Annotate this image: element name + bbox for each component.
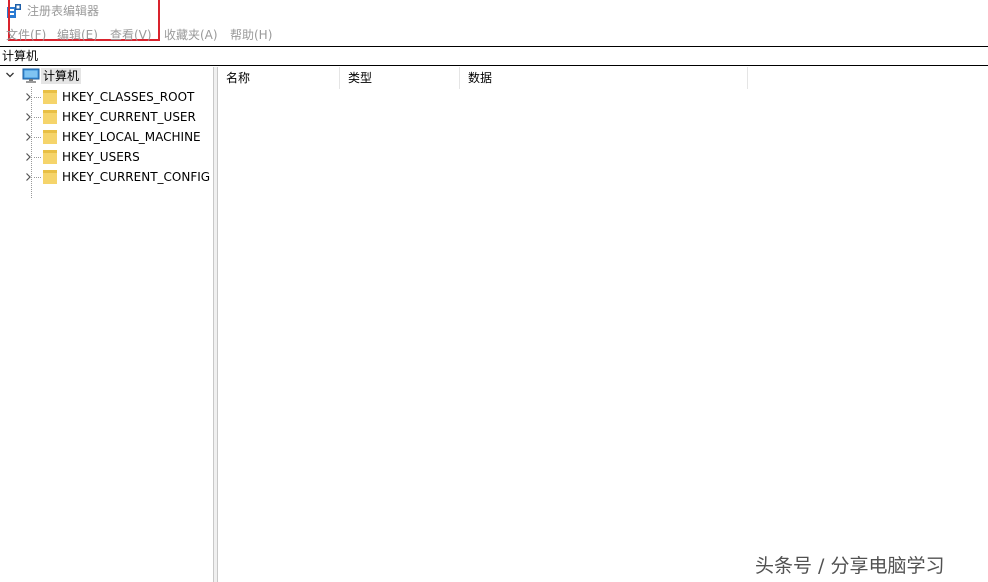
tree-item-label[interactable]: HKEY_CURRENT_CONFIG	[62, 169, 210, 185]
tree-item-label[interactable]: HKEY_CURRENT_USER	[62, 109, 196, 125]
menu-favorites[interactable]: 收藏夹(A)	[164, 27, 218, 43]
chevron-right-icon[interactable]	[25, 173, 32, 181]
folder-icon	[43, 130, 57, 144]
tree-root-computer[interactable]: 计算机	[4, 67, 214, 85]
menu-help[interactable]: 帮助(H)	[230, 27, 272, 43]
chevron-right-icon[interactable]	[25, 153, 32, 161]
folder-icon	[43, 150, 57, 164]
values-list-pane[interactable]: 名称 类型 数据	[218, 67, 988, 582]
address-path[interactable]: 计算机	[2, 47, 38, 65]
tree-item-hkey-current-config[interactable]: HKEY_CURRENT_CONFIG	[0, 167, 213, 187]
tree-connector-line	[34, 157, 42, 158]
chevron-right-icon[interactable]	[25, 133, 32, 141]
chevron-right-icon[interactable]	[25, 93, 32, 101]
menu-view[interactable]: 查看(V)	[110, 27, 152, 43]
chevron-right-icon[interactable]	[25, 113, 32, 121]
tree-connector-line	[34, 97, 42, 98]
menu-bar: 文件(F) 编辑(E) 查看(V) 收藏夹(A) 帮助(H)	[0, 26, 988, 44]
menu-file[interactable]: 文件(F)	[6, 27, 46, 43]
watermark-text: 头条号 / 分享电脑学习	[755, 555, 945, 577]
tree-pane[interactable]: 计算机 HKEY_CLASSES_ROOT HKEY_CURRENT_USER	[0, 67, 213, 582]
tree-item-hkey-current-user[interactable]: HKEY_CURRENT_USER	[0, 107, 213, 127]
tree-item-hkey-users[interactable]: HKEY_USERS	[0, 147, 213, 167]
tree-item-label[interactable]: HKEY_LOCAL_MACHINE	[62, 129, 201, 145]
tree-root-label[interactable]: 计算机	[41, 68, 82, 84]
folder-icon	[43, 110, 57, 124]
tree-connector-line	[34, 117, 42, 118]
tree-item-hkey-local-machine[interactable]: HKEY_LOCAL_MACHINE	[0, 127, 213, 147]
computer-icon	[22, 68, 40, 83]
column-header-name[interactable]: 名称	[218, 67, 340, 89]
address-bar[interactable]: 计算机	[0, 47, 988, 65]
chevron-down-icon[interactable]	[6, 71, 14, 79]
tree-item-label[interactable]: HKEY_USERS	[62, 149, 140, 165]
tree-item-hkey-classes-root[interactable]: HKEY_CLASSES_ROOT	[0, 87, 213, 107]
address-separator	[0, 65, 988, 66]
folder-icon	[43, 170, 57, 184]
tree-connector-line	[34, 137, 42, 138]
tree-connector-line	[34, 177, 42, 178]
menu-edit[interactable]: 编辑(E)	[57, 27, 98, 43]
tree-item-label[interactable]: HKEY_CLASSES_ROOT	[62, 89, 194, 105]
folder-icon	[43, 90, 57, 104]
column-header-type[interactable]: 类型	[340, 67, 460, 89]
column-header-data[interactable]: 数据	[460, 67, 748, 89]
